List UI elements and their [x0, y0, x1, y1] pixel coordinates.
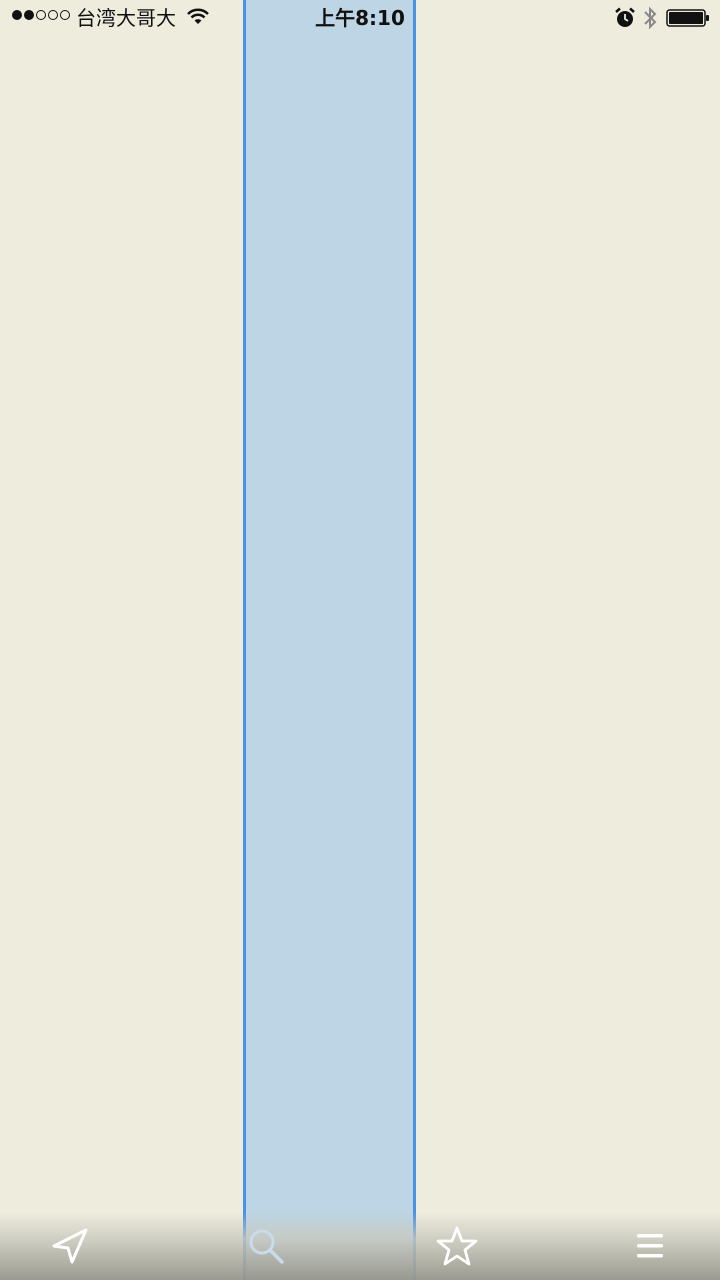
status-bar: 台湾大哥大 上午8:10: [0, 0, 720, 36]
location-button[interactable]: [46, 1222, 94, 1270]
selected-area-overlay[interactable]: [243, 0, 416, 1280]
search-icon: [249, 1229, 284, 1264]
battery-icon: [666, 9, 709, 27]
location-arrow-icon: [52, 1228, 88, 1264]
alarm-clock-icon: [615, 7, 635, 27]
bluetooth-icon: [644, 6, 657, 30]
menu-button[interactable]: [626, 1222, 674, 1270]
hamburger-menu-icon: [637, 1234, 663, 1258]
search-button[interactable]: [242, 1222, 290, 1270]
star-icon: [436, 1226, 478, 1266]
app-screen: 台湾大哥大 上午8:10: [0, 0, 720, 1280]
bottom-toolbar: [0, 1212, 720, 1280]
favorites-button[interactable]: [433, 1222, 481, 1270]
status-time: 上午8:10: [315, 6, 405, 30]
